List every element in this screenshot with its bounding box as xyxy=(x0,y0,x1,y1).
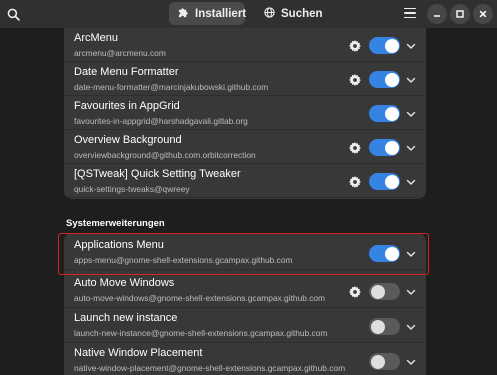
switch-knob xyxy=(370,354,385,369)
extension-id: overviewbackground@github.com.orbitcorre… xyxy=(74,150,256,160)
minimize-icon xyxy=(434,15,440,17)
switch-knob xyxy=(384,140,399,155)
enable-switch[interactable] xyxy=(369,353,400,370)
extension-id: favourites-in-appgrid@harshadgavali.gitl… xyxy=(74,116,248,126)
chevron-down-icon[interactable] xyxy=(405,141,417,153)
tab-installed-label: Installiert xyxy=(195,7,247,20)
switch-knob xyxy=(384,174,399,189)
extension-name: Overview Background xyxy=(74,134,182,146)
extension-row[interactable]: Date Menu Formatter date-menu-formatter@m… xyxy=(64,62,426,96)
chevron-down-icon[interactable] xyxy=(405,39,417,51)
enable-switch[interactable] xyxy=(369,173,400,190)
search-icon[interactable] xyxy=(3,4,23,24)
settings-gear-icon[interactable] xyxy=(348,175,361,188)
enable-switch[interactable] xyxy=(369,71,400,88)
extension-row[interactable]: Native Window Placement native-window-pla… xyxy=(64,343,426,375)
extension-id: arcmenu@arcmenu.com xyxy=(74,48,166,58)
extension-id: launch-new-instance@gnome-shell-extensio… xyxy=(74,328,328,338)
close-icon xyxy=(479,10,487,18)
section-title-system-extensions: Systemerweiterungen xyxy=(66,218,165,229)
extension-row[interactable]: Auto Move Windows auto-move-windows@gnome… xyxy=(64,273,426,308)
enable-switch[interactable] xyxy=(369,105,400,122)
close-button[interactable] xyxy=(473,4,493,24)
tab-search-label: Suchen xyxy=(281,7,323,20)
extension-row[interactable]: Overview Background overviewbackground@gi… xyxy=(64,130,426,164)
extension-row[interactable]: ArcMenu arcmenu@arcmenu.com xyxy=(64,28,426,62)
user-extensions-list: ArcMenu arcmenu@arcmenu.com Date Menu Form… xyxy=(64,28,426,199)
extension-name: Native Window Placement xyxy=(74,347,203,359)
chevron-down-icon[interactable] xyxy=(405,73,417,85)
extension-name: Launch new instance xyxy=(74,312,178,324)
settings-gear-icon[interactable] xyxy=(348,141,361,154)
switch-knob xyxy=(370,284,385,299)
settings-gear-icon[interactable] xyxy=(348,39,361,52)
chevron-down-icon[interactable] xyxy=(405,175,417,187)
hamburger-menu-icon[interactable] xyxy=(402,5,418,21)
tab-search[interactable]: Suchen xyxy=(255,2,323,25)
maximize-button[interactable] xyxy=(450,4,470,24)
switch-knob xyxy=(384,72,399,87)
chevron-down-icon[interactable] xyxy=(405,107,417,119)
switch-knob xyxy=(384,38,399,53)
extension-name: ArcMenu xyxy=(74,32,119,44)
tab-installed[interactable]: Installiert xyxy=(169,2,247,25)
chevron-down-icon[interactable] xyxy=(405,355,417,367)
extension-id: quick-settings-tweaks@qwreey xyxy=(74,184,190,194)
enable-switch[interactable] xyxy=(369,283,400,300)
settings-gear-icon[interactable] xyxy=(348,73,361,86)
enable-switch[interactable] xyxy=(369,139,400,156)
enable-switch[interactable] xyxy=(369,318,400,335)
extension-id: date-menu-formatter@marcinjakubowski.git… xyxy=(74,82,269,92)
extension-name: Favourites in AppGrid xyxy=(74,100,180,112)
extension-name: Auto Move Windows xyxy=(74,277,175,289)
extension-row[interactable]: Launch new instance launch-new-instance@g… xyxy=(64,308,426,343)
extension-name: [QSTweak] Quick Setting Tweaker xyxy=(74,168,241,180)
minimize-button[interactable] xyxy=(427,4,447,24)
chevron-down-icon[interactable] xyxy=(405,320,417,332)
extension-id: native-window-placement@gnome-shell-exte… xyxy=(74,363,346,373)
globe-icon xyxy=(264,6,275,21)
maximize-icon xyxy=(456,10,464,18)
switch-knob xyxy=(370,319,385,334)
extension-row[interactable]: [QSTweak] Quick Setting Tweaker quick-set… xyxy=(64,164,426,198)
header-bar: Installiert Suchen xyxy=(0,0,497,28)
selection-highlight xyxy=(58,233,429,275)
extension-row[interactable]: Favourites in AppGrid favourites-in-appgr… xyxy=(64,96,426,130)
extension-name: Date Menu Formatter xyxy=(74,66,179,78)
settings-gear-icon[interactable] xyxy=(348,285,361,298)
puzzle-icon xyxy=(178,7,189,21)
enable-switch[interactable] xyxy=(369,37,400,54)
switch-knob xyxy=(384,106,399,121)
extension-id: auto-move-windows@gnome-shell-extensions… xyxy=(74,293,326,303)
chevron-down-icon[interactable] xyxy=(405,285,417,297)
